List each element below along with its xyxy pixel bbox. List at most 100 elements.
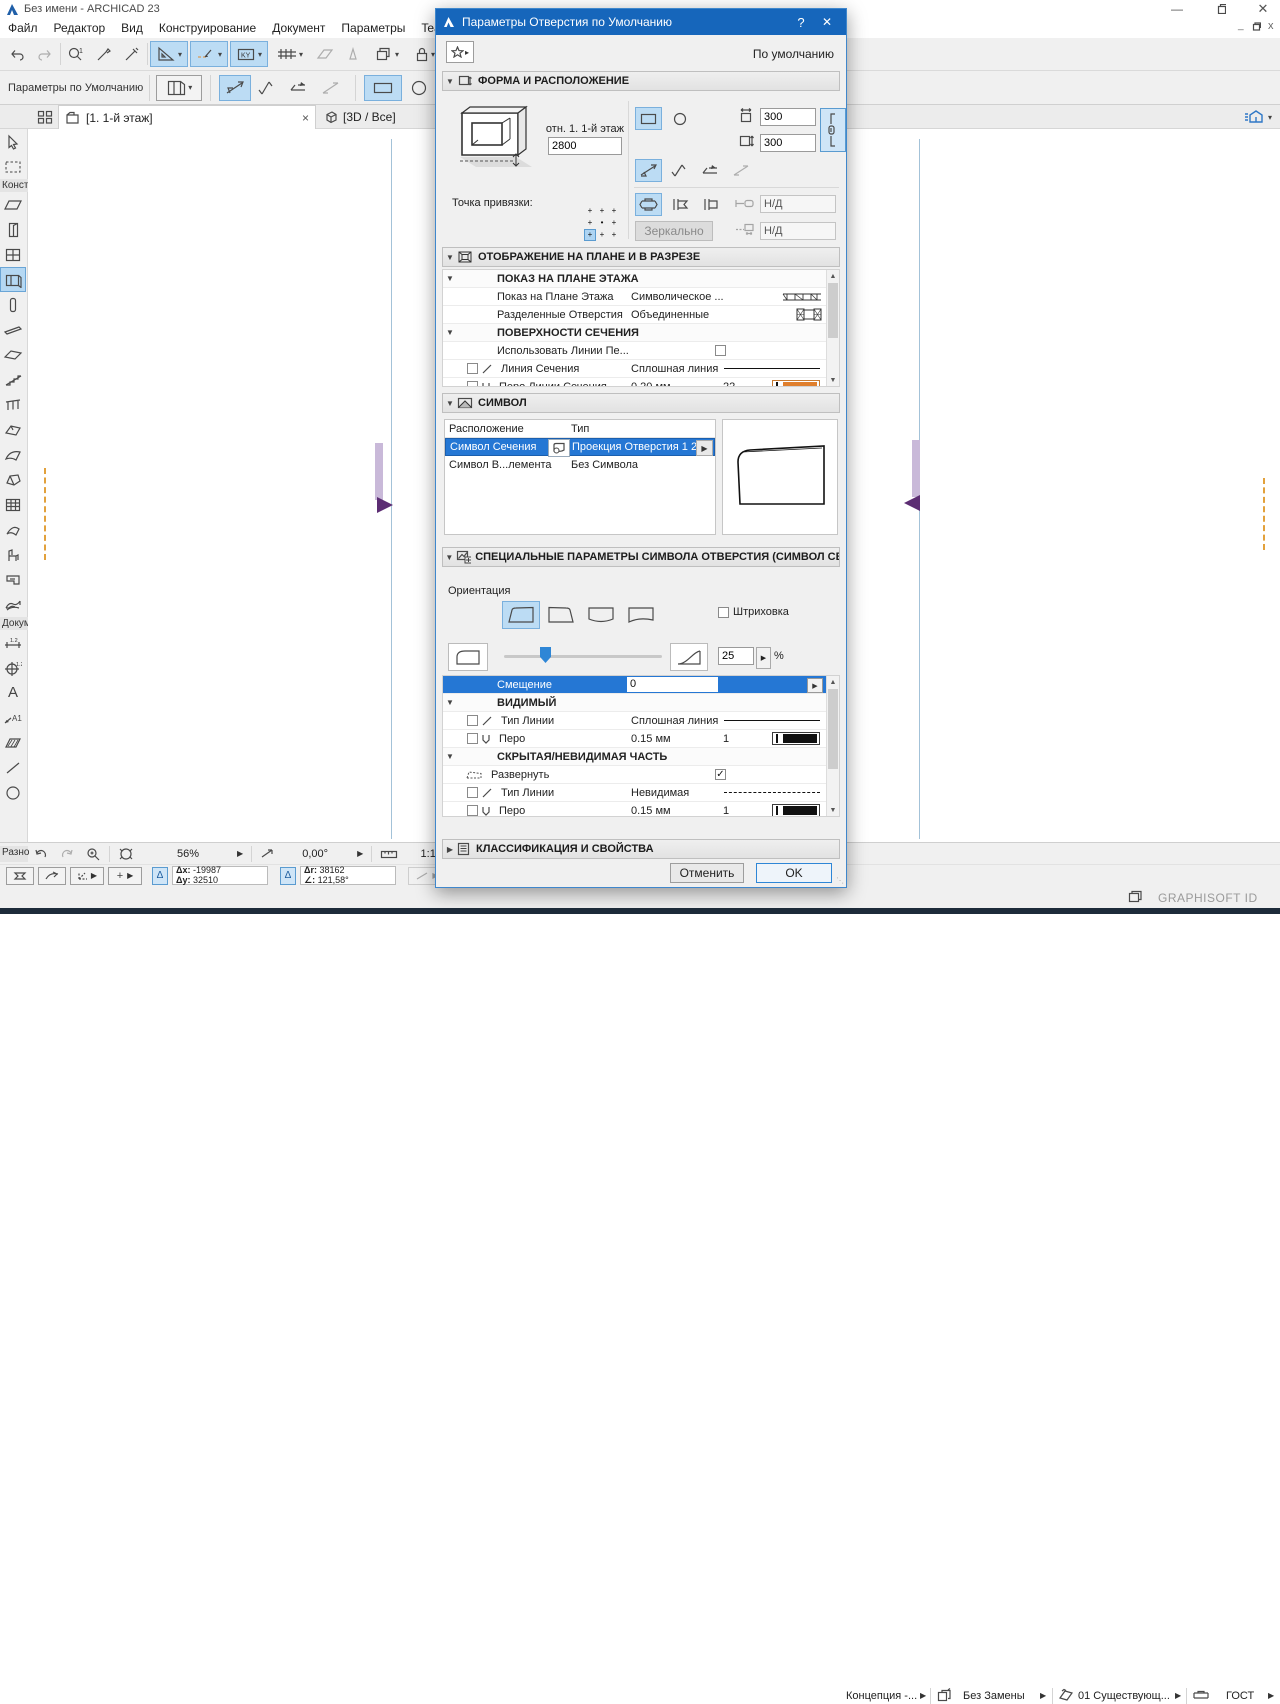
doc-restore-icon[interactable] bbox=[1252, 22, 1261, 31]
curvature-slider[interactable] bbox=[504, 655, 662, 658]
anchor-style-left-button[interactable] bbox=[666, 193, 693, 216]
toolbox-group-documentation[interactable]: Докум bbox=[0, 617, 28, 630]
dialog-slope-4-button[interactable] bbox=[728, 159, 755, 182]
default-settings-preview-button[interactable]: ▾ bbox=[156, 75, 202, 101]
shape-circle-button[interactable] bbox=[402, 75, 436, 101]
elevation-line-left[interactable] bbox=[391, 139, 392, 839]
inject-parameters-icon[interactable] bbox=[119, 41, 145, 67]
menu-file[interactable]: Файл bbox=[0, 21, 46, 35]
shape-rect-button[interactable] bbox=[364, 75, 402, 101]
doc-close-icon[interactable]: x bbox=[1268, 20, 1274, 32]
elevation-marker-left-arrow[interactable] bbox=[377, 497, 393, 513]
section-special-header[interactable]: ▼ СПЕЦИАЛЬНЫЕ ПАРАМЕТРЫ СИМВОЛА ОТВЕРСТИ… bbox=[442, 547, 840, 567]
tab-close-icon[interactable]: × bbox=[302, 111, 309, 125]
windows-stack-icon[interactable] bbox=[1128, 890, 1143, 903]
scroll-down-icon[interactable]: ▼ bbox=[827, 804, 839, 816]
column-type[interactable]: Тип bbox=[571, 423, 589, 435]
display-list-scrollbar[interactable]: ▲ ▼ bbox=[826, 270, 839, 386]
find-select-icon[interactable]: 1 bbox=[63, 41, 89, 67]
section-classification-header[interactable]: ▶ КЛАССИФИКАЦИЯ И СВОЙСТВА bbox=[442, 839, 840, 859]
visible-pen-checkbox[interactable] bbox=[467, 733, 478, 744]
special-list-scrollbar[interactable]: ▲ ▼ bbox=[826, 676, 839, 816]
coordinate-origin-button[interactable]: ▶ bbox=[70, 867, 104, 885]
group-row-cut-surfaces[interactable]: ▼ПОВЕРХНОСТИ СЕЧЕНИЯ bbox=[443, 324, 826, 342]
rotation-angle[interactable]: 0,00° bbox=[283, 848, 347, 860]
pick-up-parameters-icon[interactable] bbox=[91, 41, 117, 67]
set-square-button[interactable]: ▾ bbox=[150, 41, 188, 67]
anchor-style-center-button[interactable] bbox=[635, 193, 662, 216]
orientation-2-button[interactable] bbox=[542, 601, 580, 629]
pen-preview-orange[interactable] bbox=[772, 380, 820, 387]
tool-opening[interactable] bbox=[0, 267, 26, 292]
height-input[interactable] bbox=[760, 134, 816, 152]
tool-skylight[interactable] bbox=[0, 517, 26, 542]
help-button[interactable]: ? bbox=[788, 9, 814, 35]
marquee-mode-button[interactable] bbox=[6, 867, 34, 885]
tool-marquee[interactable] bbox=[0, 154, 26, 179]
tool-slab[interactable] bbox=[0, 342, 26, 367]
view-back-button[interactable] bbox=[28, 844, 54, 864]
tool-dimension[interactable]: 1.2 bbox=[0, 630, 26, 655]
symbol-row-visible[interactable]: Символ В...лемента Без Символа bbox=[445, 456, 715, 474]
doc-minimize-icon[interactable]: _ bbox=[1238, 20, 1244, 31]
tool-label[interactable]: A1 bbox=[0, 705, 26, 730]
tracker-xy-field[interactable]: Δx: -19987 Δy: 32510 bbox=[172, 866, 268, 885]
dialog-shape-circle-button[interactable] bbox=[666, 107, 693, 130]
elevation-marker-left-segment[interactable] bbox=[375, 443, 383, 500]
ok-button[interactable]: OK bbox=[756, 863, 832, 883]
list-row[interactable]: Разделенные Отверстия Объединенные bbox=[443, 306, 826, 324]
dialog-slope-1-button[interactable] bbox=[635, 159, 662, 182]
view-forward-button[interactable] bbox=[54, 844, 80, 864]
list-row[interactable]: Показ на Плане Этажа Символическое ... bbox=[443, 288, 826, 306]
dialog-close-button[interactable]: ✕ bbox=[814, 9, 840, 35]
zoom-in-button[interactable] bbox=[80, 844, 106, 864]
menu-options[interactable]: Параметры bbox=[333, 21, 413, 35]
hidden-pen-checkbox[interactable] bbox=[467, 805, 478, 816]
tool-line[interactable] bbox=[0, 755, 26, 780]
tool-zone[interactable] bbox=[0, 567, 26, 592]
tool-beam[interactable] bbox=[0, 317, 26, 342]
minimize-button[interactable]: — bbox=[1160, 0, 1194, 18]
list-row[interactable]: Перо 0.15 мм 1 bbox=[443, 730, 826, 748]
list-row[interactable]: Перо 0.15 мм 1 bbox=[443, 802, 826, 817]
orientation-4-button[interactable] bbox=[622, 601, 660, 629]
tool-stair[interactable] bbox=[0, 367, 26, 392]
tool-wall[interactable] bbox=[0, 192, 26, 217]
trace-reference-icon[interactable] bbox=[312, 41, 338, 67]
symbol-row-cut[interactable]: Символ Сечения Проекция Отверстия 1 23 ▶ bbox=[445, 438, 715, 456]
tab-3d[interactable]: [3D / Все] bbox=[318, 105, 440, 129]
symbol-type-popup-button[interactable]: ▶ bbox=[696, 440, 713, 456]
anchor-style-right-button[interactable] bbox=[697, 193, 724, 216]
tool-shell[interactable] bbox=[0, 442, 26, 467]
scroll-up-icon[interactable]: ▲ bbox=[827, 676, 839, 688]
snap-grid-button[interactable]: ▾ bbox=[270, 41, 310, 67]
mirror-button[interactable]: Зеркально bbox=[635, 221, 713, 241]
group-row-hidden[interactable]: ▼СКРЫТАЯ/НЕВИДИМАЯ ЧАСТЬ bbox=[443, 748, 826, 766]
quick-layers-button[interactable]: ▾ bbox=[1242, 107, 1278, 127]
favorites-button[interactable]: ▸ bbox=[446, 41, 474, 63]
redo-button[interactable] bbox=[32, 41, 58, 67]
virtual-trace-icon[interactable] bbox=[340, 41, 366, 67]
tool-text[interactable]: A bbox=[0, 680, 26, 705]
pen-preview-black[interactable] bbox=[772, 732, 820, 745]
tool-object[interactable] bbox=[0, 542, 26, 567]
scroll-up-icon[interactable]: ▲ bbox=[827, 270, 839, 282]
tool-railing[interactable] bbox=[0, 392, 26, 417]
offset-row-selected[interactable]: Смещение 0 ▶ bbox=[443, 676, 826, 694]
pen-set-value[interactable]: ГОСТ bbox=[1226, 1690, 1254, 1702]
pen-preview-black[interactable] bbox=[772, 804, 820, 817]
section-display-header[interactable]: ▼ ОТОБРАЖЕНИЕ НА ПЛАНЕ И В РАЗРЕЗЕ bbox=[442, 247, 840, 267]
scroll-down-icon[interactable]: ▼ bbox=[827, 374, 839, 386]
orientation-icon[interactable] bbox=[260, 847, 275, 860]
dialog-titlebar[interactable]: Параметры Отверстия по Умолчанию ? ✕ bbox=[436, 9, 846, 35]
toolbox-group-construction[interactable]: Констр bbox=[0, 179, 28, 192]
cancel-button[interactable]: Отменить bbox=[670, 863, 744, 883]
cut-line-pen-checkbox[interactable] bbox=[467, 381, 478, 387]
tool-curtain-wall[interactable] bbox=[0, 492, 26, 517]
tool-mesh[interactable] bbox=[0, 592, 26, 617]
link-dimensions-button[interactable] bbox=[820, 108, 846, 152]
renovation-filter-value[interactable]: Концепция -... bbox=[846, 1690, 917, 1702]
width-input[interactable] bbox=[760, 108, 816, 126]
gravity-button[interactable] bbox=[38, 867, 66, 885]
tool-level-dimension[interactable]: 1.2 bbox=[0, 655, 26, 680]
